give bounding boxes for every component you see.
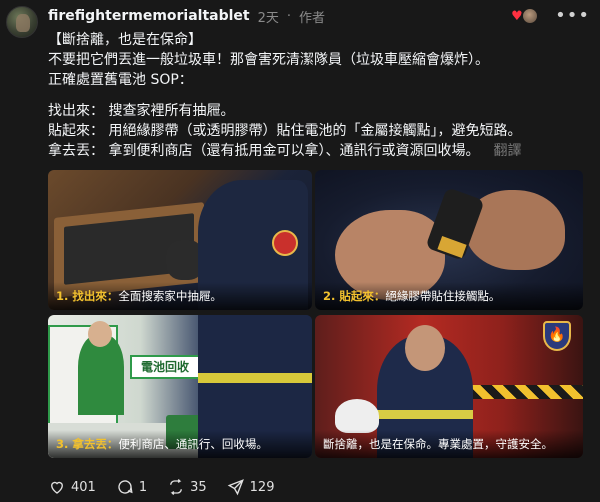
comment-button[interactable]: 1 (116, 478, 147, 496)
caption-text: 全面搜索家中抽屜。 (118, 289, 222, 303)
reflective-stripe (377, 410, 473, 419)
caption-text: 便利商店、通訊行、回收場。 (118, 437, 268, 451)
timestamp[interactable]: 2天 (258, 7, 279, 26)
avatar[interactable] (6, 6, 38, 38)
fire-shield-icon: 🔥 (543, 321, 571, 351)
header-actions: ♥ ••• (511, 6, 590, 26)
like-count: 401 (71, 479, 96, 495)
comment-count: 1 (138, 479, 148, 495)
thread-post: firefightermemorialtablet 2天 · 作者 ♥ ••• … (0, 0, 600, 502)
action-bar: 401 1 35 129 (48, 478, 274, 496)
caption-highlight: 3. 拿去丟： (56, 437, 119, 451)
gallery-image-recycle[interactable]: 電池回收 3. 拿去丟： 便利商店、通訊行、回收場。 (48, 315, 312, 458)
meta-separator: · (286, 8, 292, 24)
gallery-image-tape[interactable]: 2. 貼起來： 絕緣膠帶貼住接觸點。 (315, 170, 583, 310)
comment-icon (118, 480, 133, 494)
battery-recycle-sign: 電池回收 (130, 355, 200, 379)
post-line: 不要把它們丟進一般垃圾車！那會害死清潔隊員（垃圾車壓縮會爆炸）。 (48, 52, 489, 68)
heart-icon (51, 481, 63, 494)
post-line: 【斷捨離，也是在保命】 (48, 32, 202, 48)
fire-dept-patch (272, 230, 298, 256)
clerk-illustration (78, 335, 124, 415)
sop-step: 找出來： 搜查家裡所有抽屜。 (48, 103, 235, 119)
gallery-image-find[interactable]: 1. 找出來： 全面搜索家中抽屜。 (48, 170, 312, 310)
caption-highlight: 2. 貼起來： (323, 289, 386, 303)
reflective-stripe (198, 373, 312, 383)
sop-step: 拿去丟： 拿到便利商店（還有抵用金可以拿）、通訊行或資源回收場。 翻譯 (48, 141, 593, 161)
caption-highlight: 1. 找出來： (56, 289, 119, 303)
helmet-illustration (335, 399, 379, 433)
repost-icon (170, 479, 183, 495)
more-icon[interactable]: ••• (555, 7, 590, 25)
share-count: 129 (249, 479, 275, 495)
gallery-image-firefighter[interactable]: 🔥 斷捨離，也是在保命。專業處置，守護安全。 (315, 315, 583, 458)
mini-avatar (521, 7, 540, 25)
sop-step: 貼起來： 用絕緣膠帶（或透明膠帶）貼住電池的「金屬接觸點」，避免短路。 (48, 123, 522, 139)
post-line: 正確處置舊電池 SOP： (48, 72, 193, 88)
liked-by-badge[interactable]: ♥ (511, 6, 541, 26)
image-caption: 2. 貼起來： 絕緣膠帶貼住接觸點。 (315, 282, 583, 310)
share-button[interactable]: 129 (227, 478, 275, 496)
repost-count: 35 (190, 479, 207, 495)
caption-text: 斷捨離，也是在保命。專業處置，守護安全。 (323, 437, 553, 451)
clerk-face (88, 321, 112, 347)
caption-text: 絕緣膠帶貼住接觸點。 (385, 289, 501, 303)
author-tag: 作者 (299, 10, 326, 26)
sop-step-text: 拿去丟： 拿到便利商店（還有抵用金可以拿）、通訊行或資源回收場。 (48, 143, 480, 159)
share-icon (227, 479, 244, 496)
post-header: firefightermemorialtablet 2天 · 作者 (48, 6, 325, 26)
image-caption: 3. 拿去丟： 便利商店、通訊行、回收場。 (48, 430, 312, 458)
firefighter-face (405, 325, 445, 371)
repost-button[interactable]: 35 (167, 478, 207, 496)
image-gallery[interactable]: 1. 找出來： 全面搜索家中抽屜。 2. 貼起來： 絕緣膠帶貼住接觸點。 電池回收 … (48, 170, 600, 458)
username[interactable]: firefightermemorialtablet (48, 8, 250, 24)
like-button[interactable]: 401 (48, 478, 96, 496)
post-body: 【斷捨離，也是在保命】 不要把它們丟進一般垃圾車！那會害死清潔隊員（垃圾車壓縮會… (48, 30, 593, 161)
image-caption: 斷捨離，也是在保命。專業處置，守護安全。 (315, 430, 583, 458)
image-caption: 1. 找出來： 全面搜索家中抽屜。 (48, 282, 312, 310)
translate-link[interactable]: 翻譯 (493, 143, 521, 159)
